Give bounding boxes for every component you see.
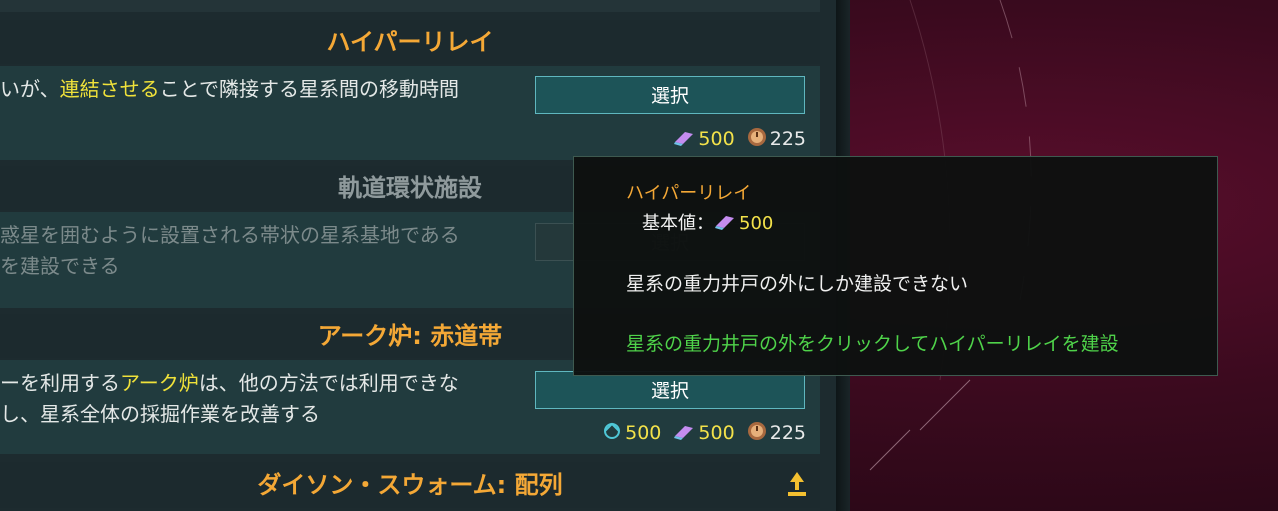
previous-item-cost	[578, 0, 818, 8]
section-title: アーク炉: 赤道帯	[317, 322, 503, 350]
influence-icon	[602, 421, 622, 446]
cost-hyper-relay: 500 225	[667, 127, 806, 152]
upgrade-arrow-icon[interactable]	[786, 470, 808, 502]
tooltip-base-value: 500	[739, 213, 774, 234]
desc-text: ーを利用する	[0, 371, 120, 395]
cost-influence-value: 500	[625, 422, 662, 444]
cost-arc-furnace: 500 500 225	[596, 421, 806, 446]
alloys-icon	[673, 423, 695, 445]
tooltip-requirement: 星系の重力井戸の外にしか建設できない	[626, 273, 969, 295]
section-description-line1: ーを利用するアーク炉は、他の方法では利用できな	[0, 368, 520, 399]
cost-alloys-value: 500	[698, 128, 735, 150]
alloys-icon	[673, 129, 695, 151]
section-description-line1: 惑星を囲むように設置される帯状の星系基地である	[0, 223, 460, 247]
cost-alloys-value: 500	[698, 422, 735, 444]
cost-time-value: 225	[769, 128, 806, 150]
cost-time-value: 225	[769, 422, 806, 444]
alloys-icon	[714, 214, 736, 235]
clock-icon	[747, 421, 767, 446]
section-header-hyper-relay: ハイパーリレイ	[0, 20, 820, 64]
select-button-hyper-relay[interactable]: 選択	[535, 76, 805, 114]
tooltip-title: ハイパーリレイ	[626, 183, 752, 204]
tooltip-hyper-relay: ハイパーリレイ 基本値： 500 星系の重力井戸の外にしか建設できない 星系の重力…	[573, 156, 1218, 376]
tooltip-base-label: 基本値：	[642, 213, 714, 234]
desc-text: いが、	[0, 77, 60, 101]
section-title: ダイソン・スウォーム: 配列	[257, 471, 563, 499]
select-button-arc-furnace[interactable]: 選択	[535, 371, 805, 409]
desc-text: ことで隣接する星系間の移動時間	[159, 77, 460, 101]
section-header-dyson-swarm: ダイソン・スウォーム: 配列	[0, 462, 820, 508]
desc-text: は、他の方法では利用できな	[198, 371, 459, 395]
section-title: ハイパーリレイ	[326, 28, 494, 56]
section-body-hyper-relay: いが、連結させることで隣接する星系間の移動時間 選択 500 225	[0, 66, 820, 160]
section-description-line2: し、星系全体の採掘作業を改善する	[0, 402, 320, 426]
tooltip-base-cost: 基本値： 500	[642, 209, 773, 235]
desc-highlight: 連結させる	[59, 77, 160, 101]
desc-highlight: アーク炉	[120, 371, 199, 395]
section-description: いが、連結させることで隣接する星系間の移動時間	[0, 74, 520, 105]
tooltip-hint: 星系の重力井戸の外をクリックしてハイパーリレイを建設	[626, 333, 1119, 355]
clock-icon	[747, 127, 767, 152]
section-title: 軌道環状施設	[338, 174, 482, 202]
section-description-line2: を建設できる	[0, 254, 120, 278]
